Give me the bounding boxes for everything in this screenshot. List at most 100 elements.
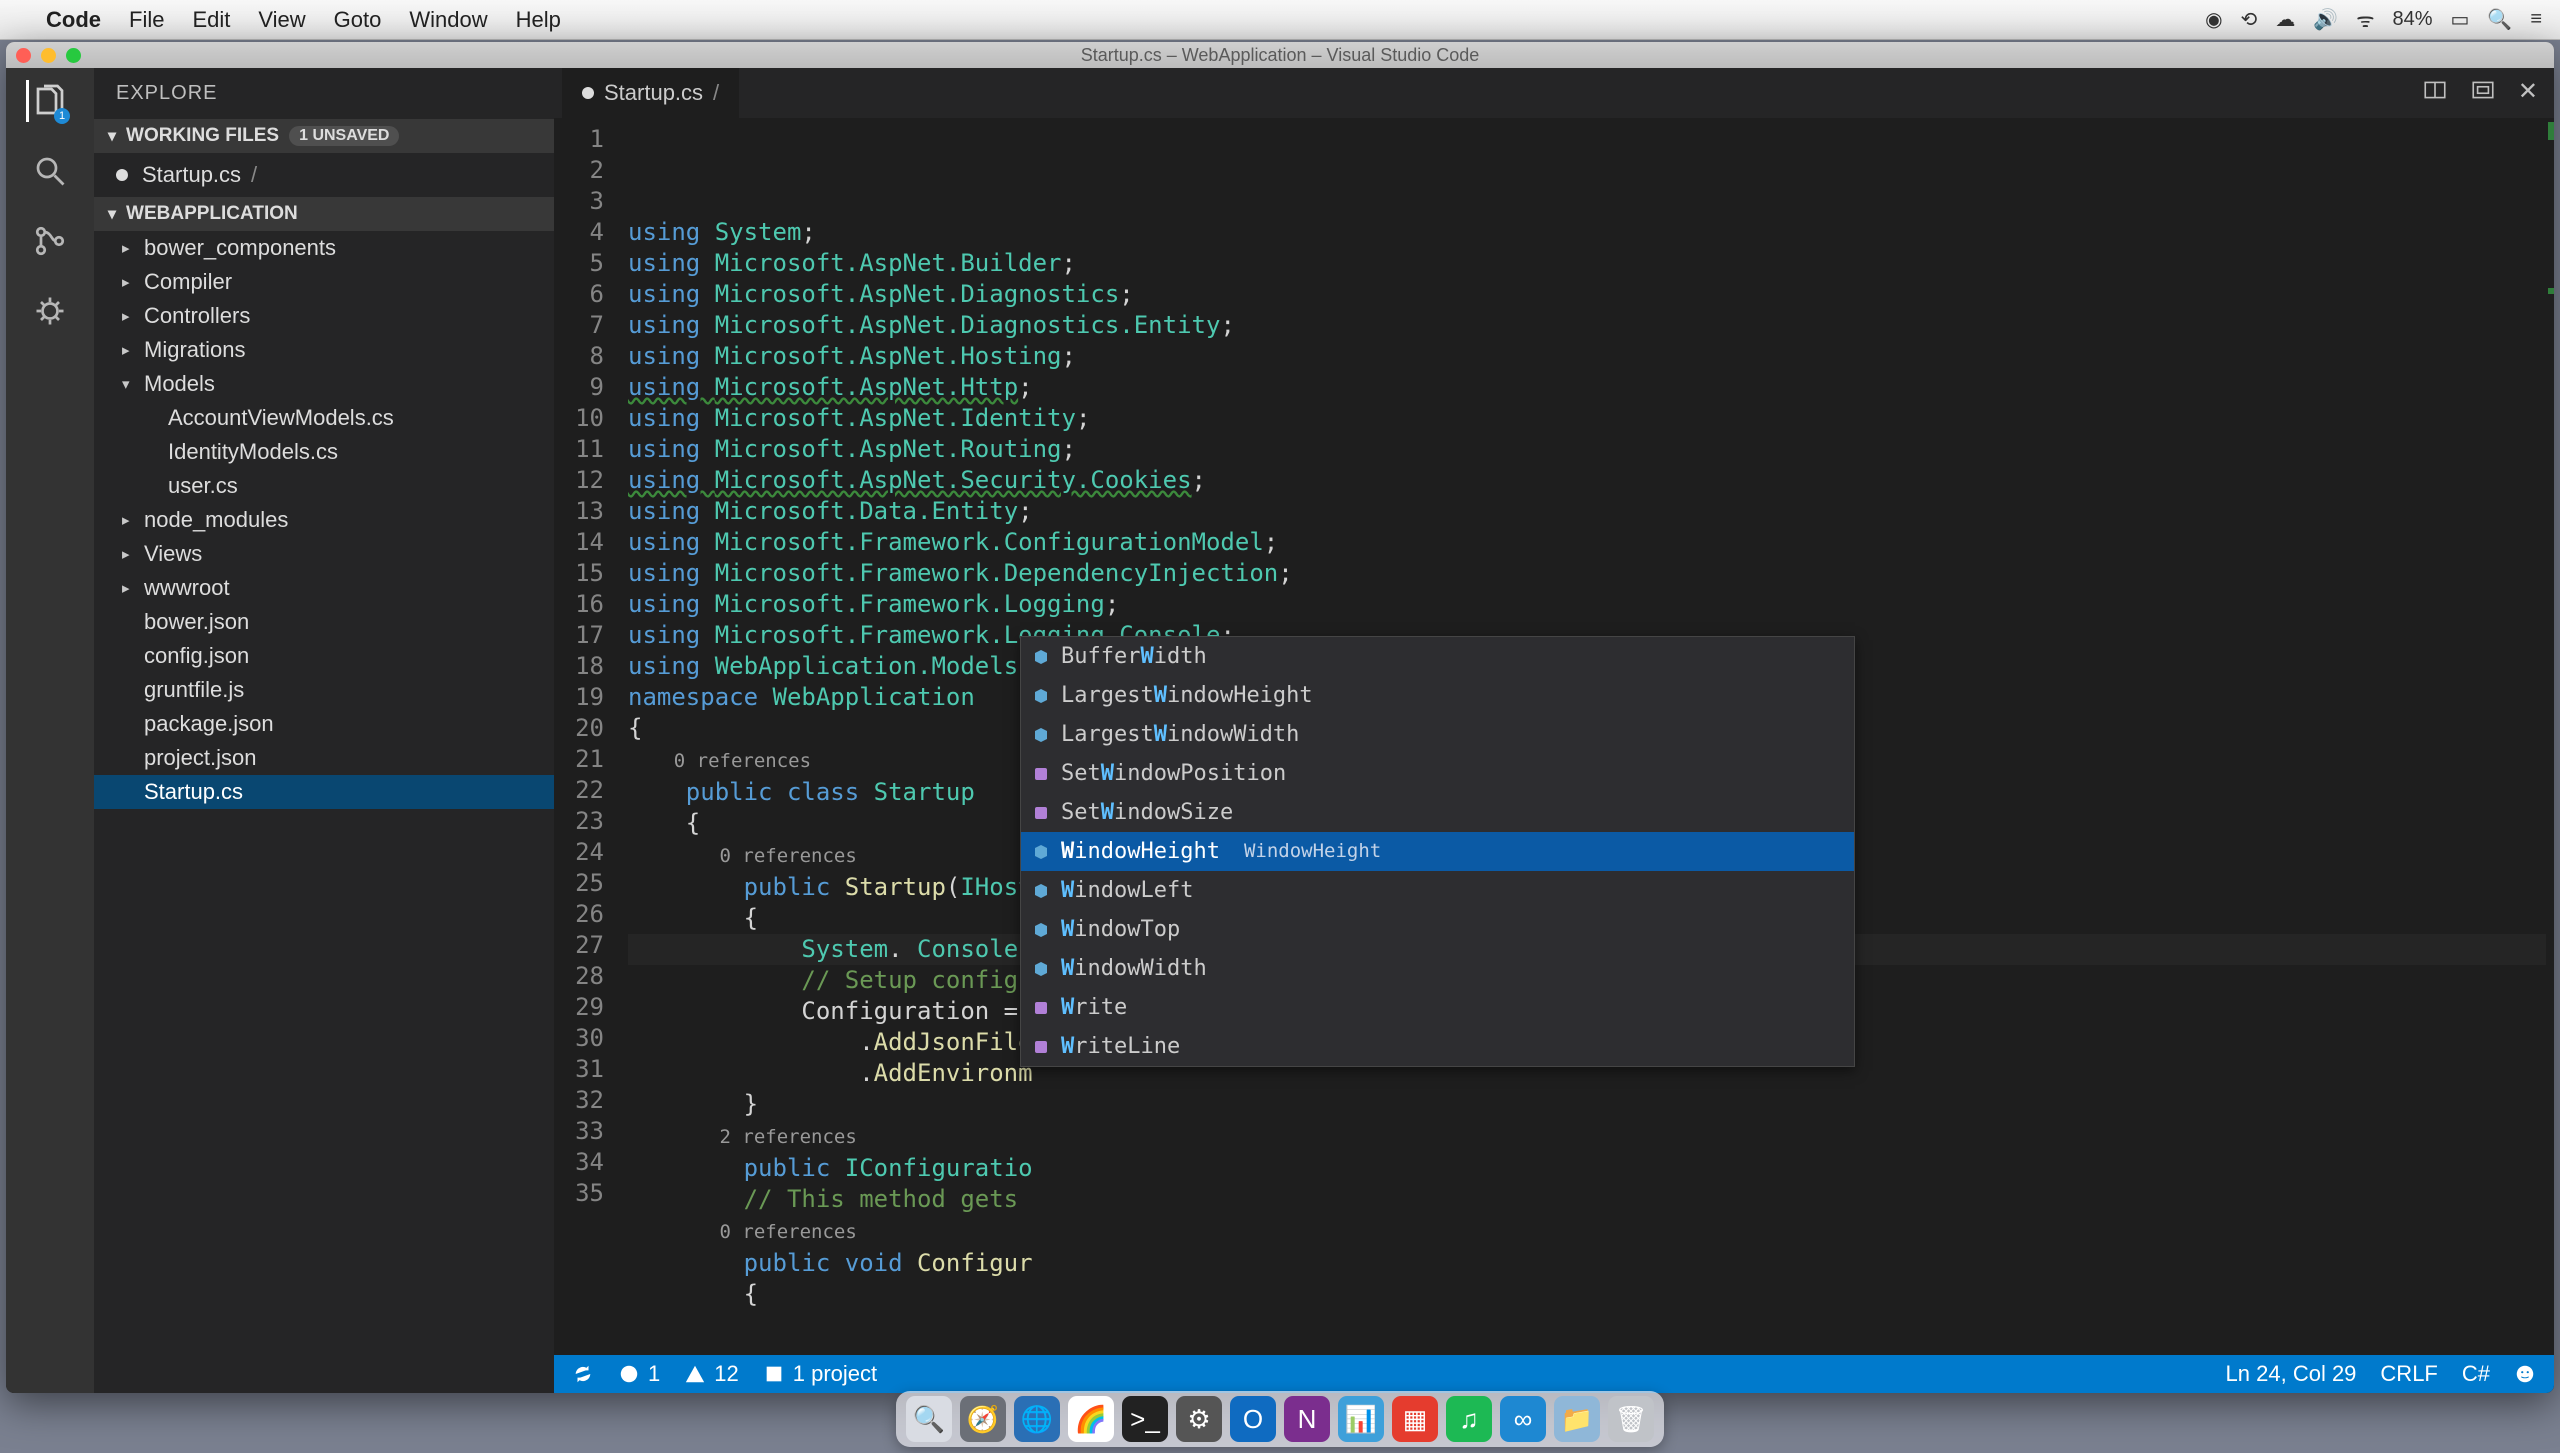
dock-app-icon[interactable]: N <box>1284 1396 1330 1442</box>
tree-file[interactable]: Startup.cs <box>94 775 554 809</box>
dock-app-icon[interactable]: ∞ <box>1500 1396 1546 1442</box>
tree-file[interactable]: user.cs <box>94 469 554 503</box>
tree-file[interactable]: gruntfile.js <box>94 673 554 707</box>
minimize-window-button[interactable] <box>41 48 56 63</box>
code-line[interactable]: using Microsoft.Framework.Logging; <box>628 589 2554 620</box>
code-line[interactable]: using Microsoft.AspNet.Routing; <box>628 434 2554 465</box>
window-titlebar[interactable]: Startup.cs – WebApplication – Visual Stu… <box>6 42 2554 68</box>
dock-app-icon[interactable]: 🌈 <box>1068 1396 1114 1442</box>
autocomplete-item[interactable]: WriteLine <box>1021 1027 1854 1066</box>
autocomplete-item[interactable]: SetWindowSize <box>1021 793 1854 832</box>
wifi-icon[interactable]: ᯤ <box>2356 6 2374 33</box>
dock-app-icon[interactable]: 🔍 <box>906 1396 952 1442</box>
status-errors[interactable]: 1 <box>618 1361 660 1387</box>
autocomplete-item[interactable]: SetWindowPosition <box>1021 754 1854 793</box>
code-line[interactable]: // This method gets <box>628 1184 2554 1215</box>
zoom-window-button[interactable] <box>66 48 81 63</box>
explorer-activity-icon[interactable]: 1 <box>26 80 68 122</box>
tree-file[interactable]: IdentityModels.cs <box>94 435 554 469</box>
code-line[interactable]: public void Configur <box>628 1248 2554 1279</box>
dock-app-icon[interactable]: O <box>1230 1396 1276 1442</box>
tree-folder[interactable]: ▾Models <box>94 367 554 401</box>
dock-app-icon[interactable]: ⚙ <box>1176 1396 1222 1442</box>
code-content[interactable]: using System; using Microsoft.AspNet.Bui… <box>616 118 2554 1355</box>
autocomplete-item[interactable]: BufferWidth <box>1021 637 1854 676</box>
menu-file[interactable]: File <box>129 7 164 33</box>
code-line[interactable]: using Microsoft.AspNet.Diagnostics.Entit… <box>628 310 2554 341</box>
git-activity-icon[interactable] <box>29 220 71 262</box>
app-name-menu[interactable]: Code <box>46 7 101 33</box>
status-sync[interactable] <box>572 1363 594 1385</box>
tree-file[interactable]: AccountViewModels.cs <box>94 401 554 435</box>
menu-window[interactable]: Window <box>409 7 487 33</box>
code-line[interactable]: 0 references <box>628 1215 2554 1248</box>
status-language[interactable]: C# <box>2462 1361 2490 1387</box>
menu-edit[interactable]: Edit <box>192 7 230 33</box>
autocomplete-item[interactable]: LargestWindowHeight <box>1021 676 1854 715</box>
dock-app-icon[interactable]: >_ <box>1122 1396 1168 1442</box>
volume-icon[interactable]: 🔊 <box>2313 7 2338 32</box>
autocomplete-item[interactable]: WindowHeightWindowHeight <box>1021 832 1854 871</box>
close-window-button[interactable] <box>16 48 31 63</box>
code-line[interactable]: using Microsoft.AspNet.Http; <box>628 372 2554 403</box>
code-line[interactable]: { <box>628 1279 2554 1310</box>
more-actions-icon[interactable] <box>2470 77 2496 109</box>
tree-folder[interactable]: ▸bower_components <box>94 231 554 265</box>
code-line[interactable]: using Microsoft.AspNet.Security.Cookies; <box>628 465 2554 496</box>
code-line[interactable]: using Microsoft.Framework.DependencyInje… <box>628 558 2554 589</box>
status-cursor-position[interactable]: Ln 24, Col 29 <box>2226 1361 2357 1387</box>
minimap-scrollbar[interactable] <box>2546 118 2554 1355</box>
autocomplete-item[interactable]: WindowLeft <box>1021 871 1854 910</box>
autocomplete-item[interactable]: Write <box>1021 988 1854 1027</box>
spotlight-icon[interactable]: 🔍 <box>2487 7 2512 32</box>
autocomplete-item[interactable]: LargestWindowWidth <box>1021 715 1854 754</box>
macos-dock[interactable]: 🔍🧭🌐🌈>_⚙ON📊▦♫∞📁🗑 <box>896 1391 1664 1447</box>
code-editor[interactable]: 1234567891011121314151617181920212223242… <box>554 118 2554 1355</box>
tree-folder[interactable]: ▸Controllers <box>94 299 554 333</box>
tree-folder[interactable]: ▸Views <box>94 537 554 571</box>
code-line[interactable]: using Microsoft.AspNet.Identity; <box>628 403 2554 434</box>
menu-help[interactable]: Help <box>516 7 561 33</box>
close-editor-icon[interactable]: ✕ <box>2518 77 2538 109</box>
location-icon[interactable]: ◉ <box>2205 7 2222 32</box>
debug-activity-icon[interactable] <box>29 290 71 332</box>
autocomplete-item[interactable]: WindowTop <box>1021 910 1854 949</box>
editor-tab[interactable]: Startup.cs / <box>562 68 740 118</box>
tree-file[interactable]: bower.json <box>94 605 554 639</box>
tree-folder[interactable]: ▸wwwroot <box>94 571 554 605</box>
tree-folder[interactable]: ▸node_modules <box>94 503 554 537</box>
dock-app-icon[interactable]: 📁 <box>1554 1396 1600 1442</box>
cloud-icon[interactable]: ☁ <box>2275 7 2295 32</box>
menu-extras-icon[interactable]: ≡ <box>2530 8 2542 31</box>
dock-app-icon[interactable]: 🗑 <box>1608 1396 1654 1442</box>
dock-app-icon[interactable]: ▦ <box>1392 1396 1438 1442</box>
menu-goto[interactable]: Goto <box>334 7 382 33</box>
code-line[interactable]: 2 references <box>628 1120 2554 1153</box>
autocomplete-item[interactable]: WindowWidth <box>1021 949 1854 988</box>
status-projects[interactable]: 1 project <box>763 1361 877 1387</box>
split-editor-icon[interactable] <box>2422 77 2448 109</box>
status-feedback-icon[interactable] <box>2514 1363 2536 1385</box>
code-line[interactable]: using Microsoft.AspNet.Diagnostics; <box>628 279 2554 310</box>
tree-folder[interactable]: ▸Migrations <box>94 333 554 367</box>
dock-app-icon[interactable]: 🌐 <box>1014 1396 1060 1442</box>
status-warnings[interactable]: 12 <box>684 1361 738 1387</box>
autocomplete-popup[interactable]: BufferWidthLargestWindowHeightLargestWin… <box>1020 636 1855 1067</box>
working-files-header[interactable]: ▾ WORKING FILES 1 UNSAVED <box>94 119 554 153</box>
dock-app-icon[interactable]: 📊 <box>1338 1396 1384 1442</box>
battery-icon[interactable]: ▭ <box>2451 7 2470 32</box>
dock-app-icon[interactable]: 🧭 <box>960 1396 1006 1442</box>
search-activity-icon[interactable] <box>29 150 71 192</box>
code-line[interactable]: using System; <box>628 217 2554 248</box>
menu-view[interactable]: View <box>258 7 305 33</box>
code-line[interactable]: } <box>628 1089 2554 1120</box>
code-line[interactable]: using Microsoft.AspNet.Builder; <box>628 248 2554 279</box>
working-file-item[interactable]: Startup.cs / <box>94 157 554 193</box>
status-eol[interactable]: CRLF <box>2380 1361 2437 1387</box>
project-header[interactable]: ▾ WEBAPPLICATION <box>94 197 554 231</box>
code-line[interactable]: using Microsoft.Framework.ConfigurationM… <box>628 527 2554 558</box>
tree-file[interactable]: project.json <box>94 741 554 775</box>
tree-folder[interactable]: ▸Compiler <box>94 265 554 299</box>
tree-file[interactable]: package.json <box>94 707 554 741</box>
dock-app-icon[interactable]: ♫ <box>1446 1396 1492 1442</box>
